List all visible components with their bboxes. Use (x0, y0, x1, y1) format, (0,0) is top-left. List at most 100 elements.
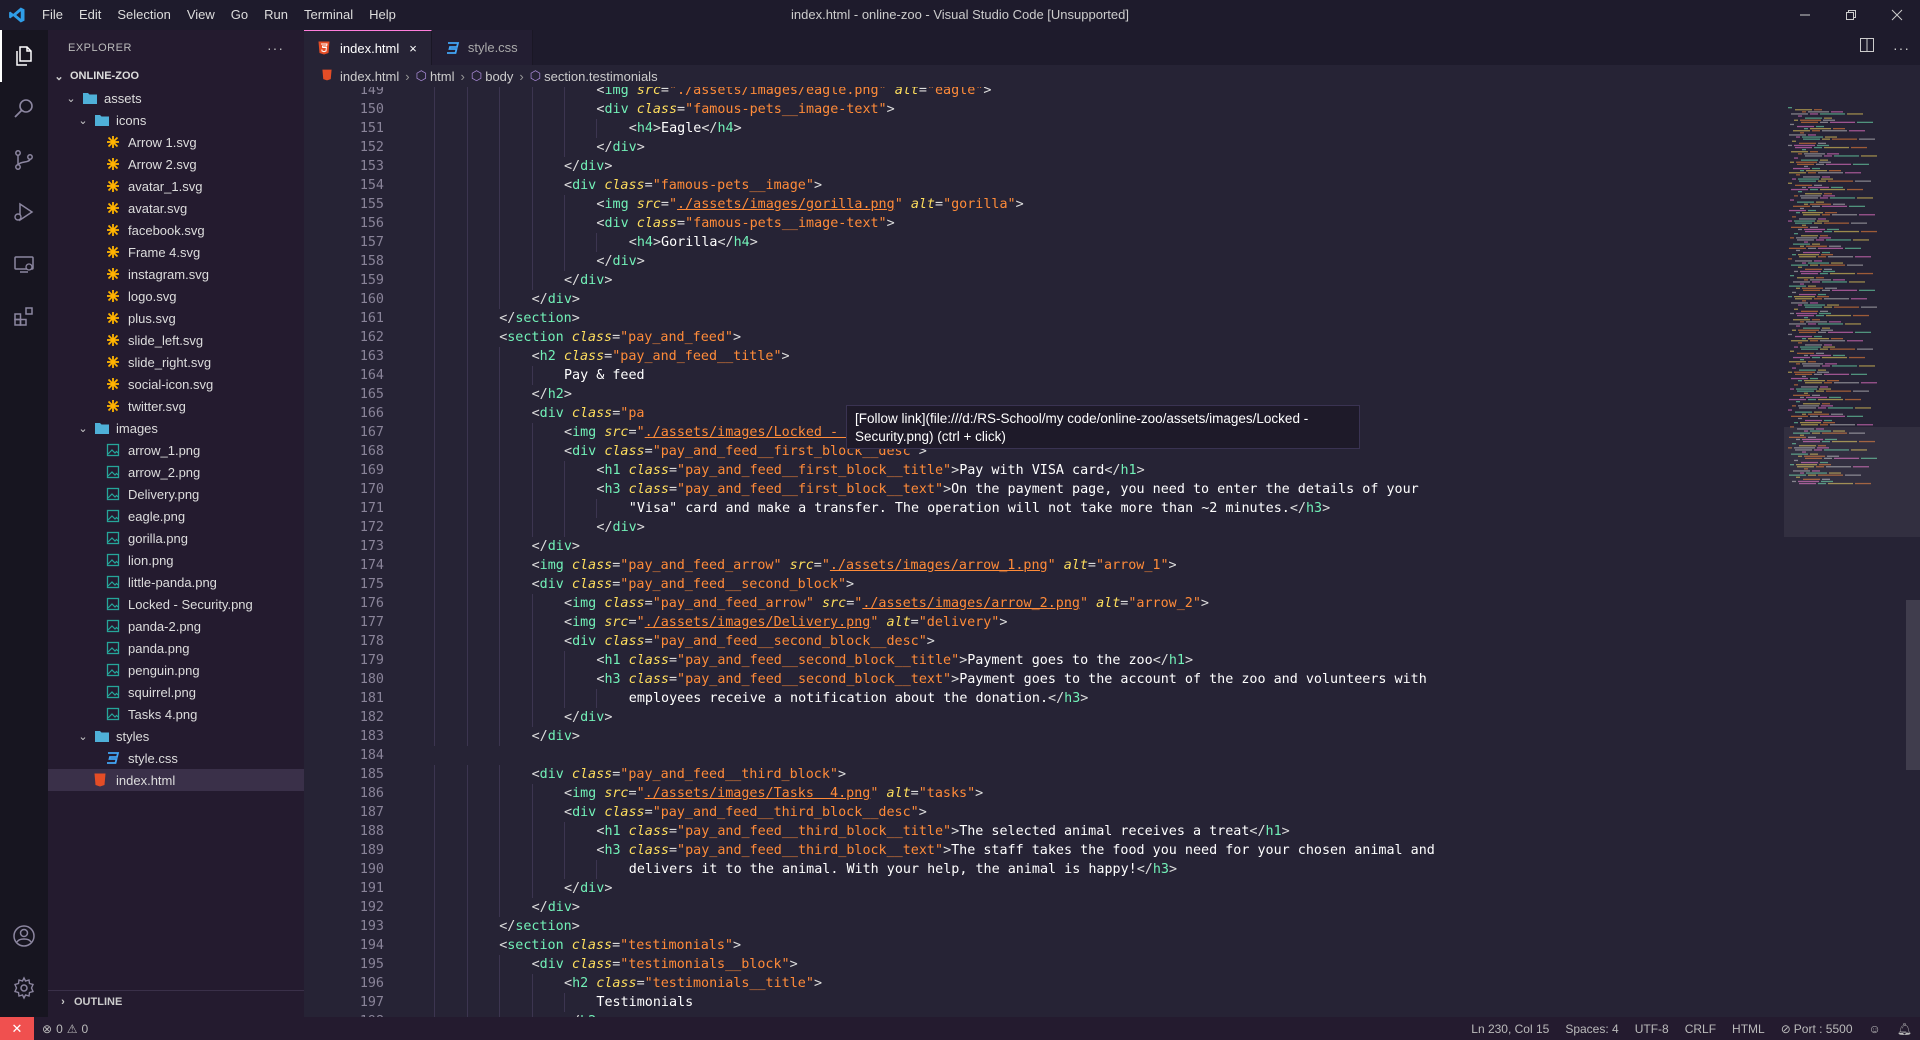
explorer-icon[interactable] (0, 30, 48, 82)
tree-file[interactable]: slide_left.svg (48, 329, 304, 351)
tree-file[interactable]: gorilla.png (48, 527, 304, 549)
code-line[interactable]: 180 <h3 class="pay_and_feed__second_block… (304, 670, 1784, 689)
live-server-port[interactable]: ⊘ Port : 5500 (1773, 1022, 1861, 1036)
code-line[interactable]: 161 </section> (304, 309, 1784, 328)
tree-file[interactable]: facebook.svg (48, 219, 304, 241)
code-line[interactable]: 169 <h1 class="pay_and_feed__first_block_… (304, 461, 1784, 480)
code-line[interactable]: 183 </div> (304, 727, 1784, 746)
remote-explorer-icon[interactable] (0, 238, 48, 290)
code-line[interactable]: 160 </div> (304, 290, 1784, 309)
tree-file[interactable]: avatar.svg (48, 197, 304, 219)
menu-run[interactable]: Run (256, 0, 296, 30)
code-line[interactable]: 177 <img src="./assets/images/Delivery.pn… (304, 613, 1784, 632)
tree-file[interactable]: Tasks 4.png (48, 703, 304, 725)
tree-file[interactable]: squirrel.png (48, 681, 304, 703)
more-actions-icon[interactable]: ··· (267, 40, 284, 56)
code-line[interactable]: 188 <h1 class="pay_and_feed__third_block_… (304, 822, 1784, 841)
split-editor-icon[interactable] (1859, 37, 1875, 58)
code-line[interactable]: 155 <img src="./assets/images/gorilla.png… (304, 195, 1784, 214)
code-line[interactable]: 194 <section class="testimonials"> (304, 936, 1784, 955)
more-editor-actions-icon[interactable]: ··· (1893, 40, 1910, 56)
code-line[interactable]: 165 </h2> (304, 385, 1784, 404)
code-line[interactable]: 162 <section class="pay_and_feed"> (304, 328, 1784, 347)
code-line[interactable]: 190 delivers it to the animal. With your … (304, 860, 1784, 879)
code-line[interactable]: 150 <div class="famous-pets__image-text"> (304, 100, 1784, 119)
tree-file[interactable]: Frame 4.svg (48, 241, 304, 263)
code-line[interactable]: 184 (304, 746, 1784, 765)
tree-file[interactable]: Arrow 1.svg (48, 131, 304, 153)
code-line[interactable]: 186 <img src="./assets/images/Tasks 4.png… (304, 784, 1784, 803)
code-line[interactable]: 179 <h1 class="pay_and_feed__second_block… (304, 651, 1784, 670)
code-line[interactable]: 159 </div> (304, 271, 1784, 290)
code-line[interactable]: 176 <img class="pay_and_feed_arrow" src="… (304, 594, 1784, 613)
menu-view[interactable]: View (179, 0, 223, 30)
file-link[interactable]: ./assets/images/Tasks 4.png (645, 786, 871, 801)
end-of-line[interactable]: CRLF (1677, 1022, 1724, 1036)
code-line[interactable]: 149 <img src="./assets/images/eagle.png" … (304, 87, 1784, 100)
notifications-bell-icon[interactable]: 🔔︎ (1889, 1022, 1920, 1036)
close-window-icon[interactable] (1874, 0, 1920, 30)
file-link[interactable]: ./assets/images/gorilla.png (677, 197, 895, 212)
restore-icon[interactable] (1828, 0, 1874, 30)
settings-gear-icon[interactable] (0, 962, 48, 1014)
file-link[interactable]: ./assets/images/arrow_2.png (862, 596, 1080, 611)
code-line[interactable]: 164 Pay & feed (304, 366, 1784, 385)
tree-file[interactable]: panda-2.png (48, 615, 304, 637)
tree-file[interactable]: twitter.svg (48, 395, 304, 417)
language-mode[interactable]: HTML (1724, 1022, 1773, 1036)
file-link[interactable]: ./assets/images/arrow_1.png (830, 558, 1048, 573)
minimap[interactable] (1784, 87, 1920, 1017)
code-line[interactable]: 181 employees receive a notification abou… (304, 689, 1784, 708)
tree-file[interactable]: lion.png (48, 549, 304, 571)
menu-selection[interactable]: Selection (109, 0, 178, 30)
outline-section[interactable]: › OUTLINE (48, 990, 304, 1012)
tree-file[interactable]: eagle.png (48, 505, 304, 527)
tree-file[interactable]: avatar_1.svg (48, 175, 304, 197)
tree-file[interactable]: panda.png (48, 637, 304, 659)
indentation[interactable]: Spaces: 4 (1557, 1022, 1626, 1036)
cursor-position[interactable]: Ln 230, Col 15 (1463, 1022, 1557, 1036)
code-line[interactable]: 170 <h3 class="pay_and_feed__first_block_… (304, 480, 1784, 499)
problems-indicator[interactable]: ⊗ 0 ⚠ 0 (34, 1022, 96, 1036)
tree-file[interactable]: Locked - Security.png (48, 593, 304, 615)
tree-file[interactable]: logo.svg (48, 285, 304, 307)
code-line[interactable]: 193 </section> (304, 917, 1784, 936)
tree-file[interactable]: Delivery.png (48, 483, 304, 505)
code-line[interactable]: 154 <div class="famous-pets__image"> (304, 176, 1784, 195)
code-line[interactable]: 182 </div> (304, 708, 1784, 727)
tree-file[interactable]: penguin.png (48, 659, 304, 681)
search-icon[interactable] (0, 82, 48, 134)
code-line[interactable]: 152 </div> (304, 138, 1784, 157)
code-line[interactable]: 156 <div class="famous-pets__image-text"> (304, 214, 1784, 233)
tree-file[interactable]: social-icon.svg (48, 373, 304, 395)
feedback-icon[interactable]: ☺ (1861, 1022, 1889, 1036)
menu-terminal[interactable]: Terminal (296, 0, 361, 30)
tree-file[interactable]: instagram.svg (48, 263, 304, 285)
code-line[interactable]: 187 <div class="pay_and_feed__third_block… (304, 803, 1784, 822)
code-line[interactable]: 192 </div> (304, 898, 1784, 917)
tree-folder[interactable]: ⌄ assets (48, 87, 304, 109)
account-icon[interactable] (0, 910, 48, 962)
tree-file[interactable]: little-panda.png (48, 571, 304, 593)
code-line[interactable]: 196 <h2 class="testimonials__title"> (304, 974, 1784, 993)
breadcrumb-section[interactable]: section.testimonials (544, 69, 657, 84)
menu-help[interactable]: Help (361, 0, 404, 30)
tree-folder[interactable]: ⌄ images (48, 417, 304, 439)
encoding[interactable]: UTF-8 (1627, 1022, 1677, 1036)
code-line[interactable]: 174 <img class="pay_and_feed_arrow" src="… (304, 556, 1784, 575)
tree-file[interactable]: slide_right.svg (48, 351, 304, 373)
tab-style-css[interactable]: style.css (431, 30, 533, 65)
tab-index-html[interactable]: index.html × (304, 30, 432, 65)
menu-go[interactable]: Go (223, 0, 256, 30)
tree-file[interactable]: style.css (48, 747, 304, 769)
tree-file[interactable]: index.html (48, 769, 304, 791)
tab-close-icon[interactable]: × (409, 41, 417, 56)
code-line[interactable]: 175 <div class="pay_and_feed__second_bloc… (304, 575, 1784, 594)
code-editor[interactable]: 149 <img src="./assets/images/eagle.png" … (304, 87, 1784, 1017)
code-line[interactable]: 185 <div class="pay_and_feed__third_block… (304, 765, 1784, 784)
code-line[interactable]: 191 </div> (304, 879, 1784, 898)
menu-edit[interactable]: Edit (71, 0, 109, 30)
run-debug-icon[interactable] (0, 186, 48, 238)
tree-folder[interactable]: ⌄ icons (48, 109, 304, 131)
tree-file[interactable]: arrow_2.png (48, 461, 304, 483)
